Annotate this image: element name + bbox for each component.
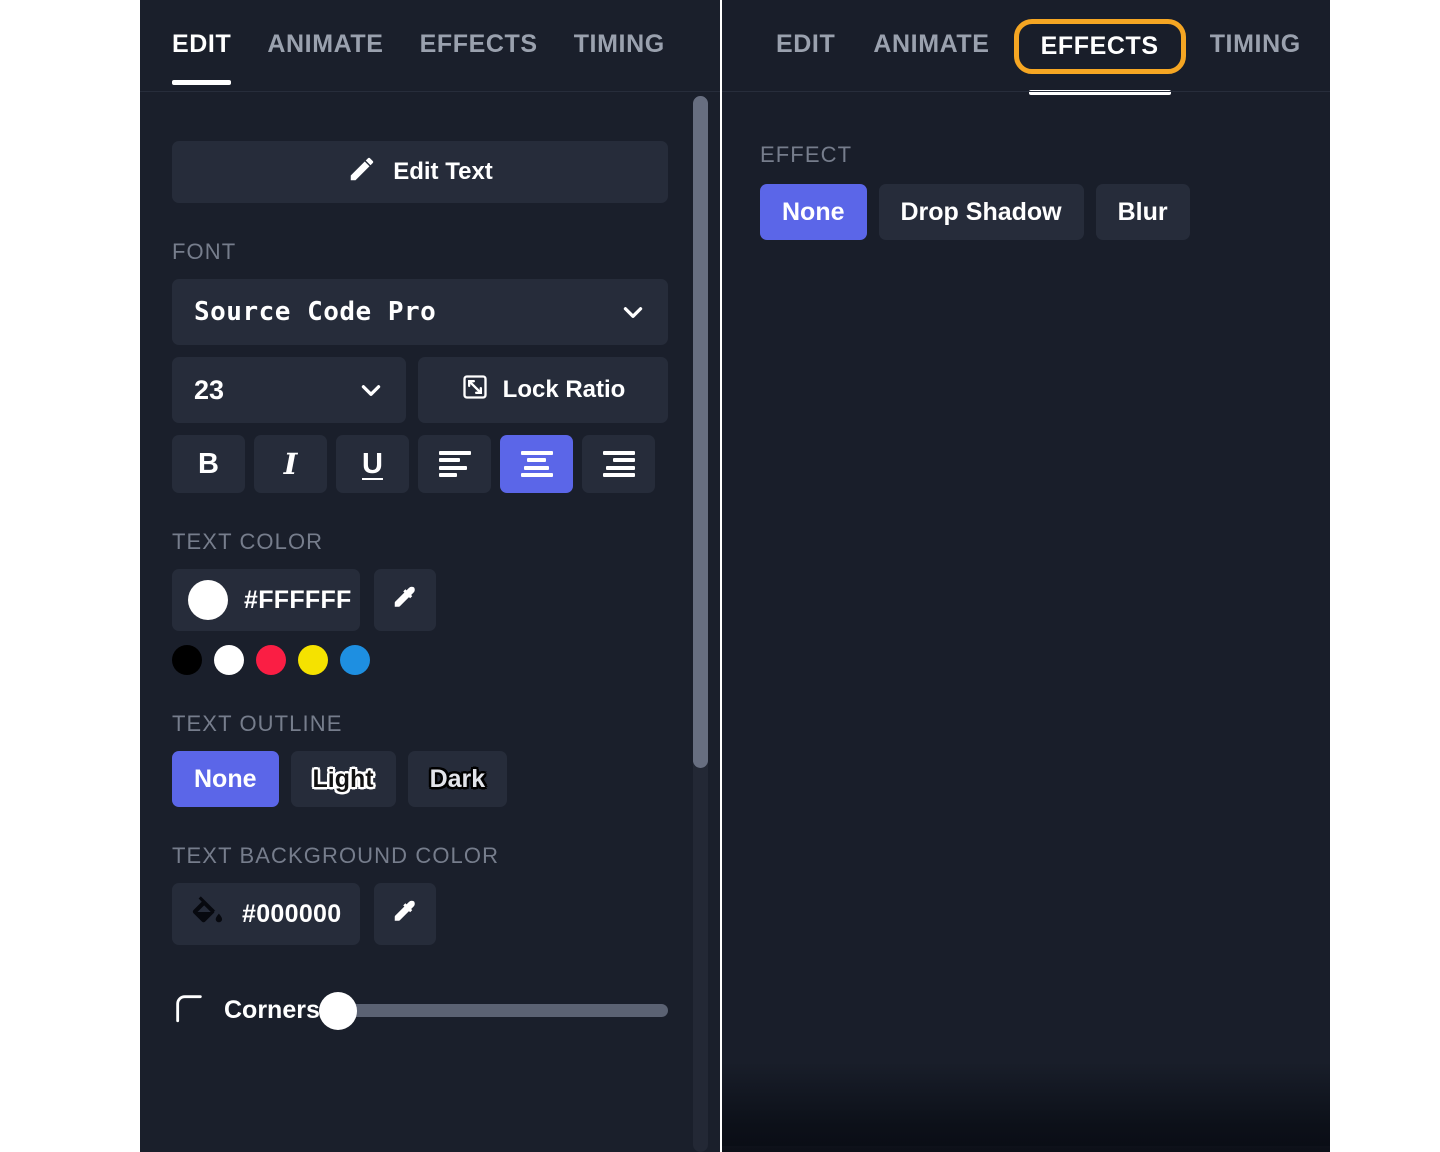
text-background-color-section-label: TEXT BACKGROUND COLOR bbox=[172, 843, 500, 868]
effect-drop-shadow-label: Drop Shadow bbox=[900, 197, 1062, 226]
text-properties-panel: EDIT ANIMATE EFFECTS TIMING Edit Text FO… bbox=[140, 0, 720, 1152]
panel-bottom-rail bbox=[722, 1146, 1330, 1152]
color-preset-swatch[interactable] bbox=[214, 645, 244, 675]
left-panel-scrollbar[interactable] bbox=[693, 96, 708, 1152]
paint-bucket-icon bbox=[188, 893, 226, 936]
tab-animate[interactable]: ANIMATE bbox=[267, 30, 383, 63]
eyedropper-icon bbox=[390, 897, 420, 932]
tab-edit[interactable]: EDIT bbox=[172, 29, 232, 85]
bold-button[interactable]: B bbox=[172, 435, 245, 493]
tab-timing-label: TIMING bbox=[573, 29, 665, 58]
chevron-down-icon bbox=[358, 377, 384, 403]
text-background-eyedropper-button[interactable] bbox=[374, 883, 436, 945]
font-section-label: FONT bbox=[172, 239, 237, 264]
text-color-section-label: TEXT COLOR bbox=[172, 529, 324, 554]
tab-effects-label: EFFECTS bbox=[1040, 31, 1159, 60]
corners-slider-knob[interactable] bbox=[318, 991, 357, 1030]
corners-label: Corners bbox=[224, 996, 320, 1024]
chevron-down-icon bbox=[620, 299, 646, 325]
color-preset-swatch[interactable] bbox=[256, 645, 286, 675]
text-background-color-field[interactable]: #000000 bbox=[172, 883, 360, 945]
tab-animate-label: ANIMATE bbox=[873, 29, 990, 58]
effect-drop-shadow-button[interactable]: Drop Shadow bbox=[878, 184, 1084, 240]
align-center-button[interactable] bbox=[500, 435, 573, 493]
corners-slider-track bbox=[337, 1004, 668, 1017]
text-color-swatch bbox=[188, 580, 228, 620]
rounded-corner-icon bbox=[172, 991, 206, 1030]
effect-blur-label: Blur bbox=[1117, 197, 1168, 226]
effects-content: EFFECT None Drop Shadow Blur bbox=[760, 92, 1300, 240]
underline-icon: U bbox=[362, 447, 383, 480]
color-preset-swatch[interactable] bbox=[340, 645, 370, 675]
tab-timing[interactable]: TIMING bbox=[574, 30, 665, 63]
corners-row: Corners bbox=[172, 991, 668, 1030]
tab-effects-label: EFFECTS bbox=[419, 29, 538, 58]
align-left-button[interactable] bbox=[418, 435, 491, 493]
eyedropper-icon bbox=[390, 583, 420, 618]
lock-ratio-icon bbox=[461, 373, 489, 408]
font-size-select[interactable]: 23 bbox=[172, 357, 406, 423]
text-color-field[interactable]: #FFFFFF bbox=[172, 569, 360, 631]
left-panel-tabbar: EDIT ANIMATE EFFECTS TIMING bbox=[140, 0, 720, 92]
pencil-icon bbox=[347, 154, 377, 191]
text-color-eyedropper-button[interactable] bbox=[374, 569, 436, 631]
text-background-color-row: #000000 bbox=[172, 883, 668, 945]
corners-slider[interactable] bbox=[318, 991, 668, 1030]
color-preset-swatch[interactable] bbox=[172, 645, 202, 675]
align-right-icon bbox=[602, 451, 635, 477]
tab-animate[interactable]: ANIMATE bbox=[873, 30, 989, 63]
text-outline-light-label: Light bbox=[312, 764, 374, 793]
font-family-value: Source Code Pro bbox=[194, 297, 437, 327]
effect-none-label: None bbox=[782, 197, 845, 226]
text-outline-options: None Light Dark bbox=[172, 751, 668, 807]
align-right-button[interactable] bbox=[582, 435, 655, 493]
tab-effects[interactable]: EFFECTS bbox=[420, 30, 538, 63]
effect-blur-button[interactable]: Blur bbox=[1095, 184, 1190, 240]
left-panel-scroll-area: Edit Text FONT Source Code Pro 23 Lock R… bbox=[140, 92, 720, 1152]
lock-ratio-button[interactable]: Lock Ratio bbox=[418, 357, 668, 423]
scrollbar-thumb[interactable] bbox=[693, 96, 708, 768]
lock-ratio-label: Lock Ratio bbox=[502, 376, 626, 403]
edit-text-button[interactable]: Edit Text bbox=[172, 141, 668, 203]
bold-icon: B bbox=[198, 447, 219, 480]
text-background-color-value: #000000 bbox=[242, 899, 342, 928]
right-panel-tabbar: EDIT ANIMATE EFFECTS TIMING bbox=[722, 0, 1330, 95]
italic-icon: I bbox=[283, 446, 298, 481]
align-left-icon bbox=[438, 451, 471, 477]
tab-animate-label: ANIMATE bbox=[267, 29, 384, 58]
text-outline-section-label: TEXT OUTLINE bbox=[172, 711, 343, 736]
align-center-icon bbox=[520, 451, 553, 477]
font-size-row: 23 Lock Ratio bbox=[172, 357, 668, 423]
tab-edit-label: EDIT bbox=[172, 29, 232, 58]
text-outline-light-button[interactable]: Light bbox=[290, 751, 396, 807]
font-family-select[interactable]: Source Code Pro bbox=[172, 279, 668, 345]
text-color-presets bbox=[172, 645, 668, 675]
italic-button[interactable]: I bbox=[254, 435, 327, 493]
text-format-toolbar: B I U bbox=[172, 435, 668, 493]
text-color-row: #FFFFFF bbox=[172, 569, 668, 631]
effect-none-button[interactable]: None bbox=[760, 184, 867, 240]
tab-edit-label: EDIT bbox=[776, 29, 836, 58]
font-size-value: 23 bbox=[194, 374, 225, 405]
tab-timing-label: TIMING bbox=[1209, 29, 1301, 58]
underline-button[interactable]: U bbox=[336, 435, 409, 493]
effects-properties-panel: EDIT ANIMATE EFFECTS TIMING EFFECT None … bbox=[722, 0, 1330, 1152]
text-outline-dark-button[interactable]: Dark bbox=[407, 751, 508, 807]
effect-options: None Drop Shadow Blur bbox=[760, 184, 1300, 240]
tab-effects[interactable]: EFFECTS bbox=[1013, 18, 1186, 95]
tab-edit[interactable]: EDIT bbox=[776, 30, 835, 63]
effect-section-label: EFFECT bbox=[760, 142, 853, 167]
color-preset-swatch[interactable] bbox=[298, 645, 328, 675]
edit-text-label: Edit Text bbox=[393, 158, 493, 185]
text-outline-dark-label: Dark bbox=[429, 764, 486, 793]
text-color-value: #FFFFFF bbox=[244, 585, 352, 614]
tab-active-underline bbox=[172, 79, 232, 85]
tab-timing[interactable]: TIMING bbox=[1210, 30, 1301, 63]
text-outline-none-label: None bbox=[194, 764, 257, 793]
text-outline-none-button[interactable]: None bbox=[172, 751, 279, 807]
